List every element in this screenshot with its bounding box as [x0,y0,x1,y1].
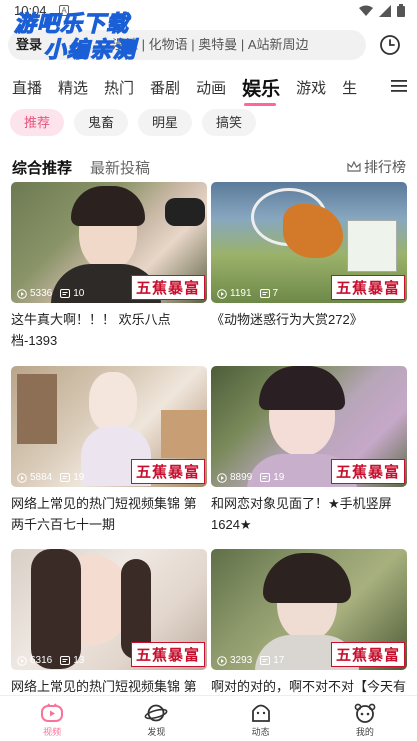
video-thumbnail[interactable]: 6316 13 五蕉暴富 [11,549,207,670]
comment-icon [260,656,271,665]
bottom-tab-discover[interactable]: 发现 [104,696,208,741]
video-thumbnail[interactable]: 3293 17 五蕉暴富 [211,549,407,670]
history-clock-icon[interactable] [378,33,402,57]
bottom-tab-label: 我的 [355,727,374,737]
panda-face-icon [354,703,376,723]
tab-bangumi[interactable]: 番剧 [138,77,180,98]
video-thumbnail[interactable]: 8899 19 五蕉暴富 [211,366,407,487]
video-title-line1: 和网恋对象见面了！★手机竖屏 [211,496,392,511]
bottom-tab-label: 动态 [251,727,270,737]
tab-animation[interactable]: 动画 [184,77,226,98]
video-title[interactable]: 啊对的对的，啊不对不对【今天有 [211,676,407,697]
video-thumbnail[interactable]: 5336 10 五蕉暴富 [11,182,207,303]
crown-icon [347,161,361,172]
play-count-icon [17,655,27,666]
watermark-logo: 游吧乐下载 小编亲测 [0,6,170,66]
channel-tabs: 直播 精选 热门 番剧 动画 娱乐 游戏 生 [0,68,385,106]
comment-count: 19 [73,472,85,483]
ranking-label: 排行榜 [364,159,406,175]
comment-count: 19 [273,472,285,483]
comment-count: 13 [73,655,85,666]
comment-count: 17 [273,655,285,666]
bottom-tab-mine[interactable]: 我的 [313,696,417,741]
play-count-icon [217,288,227,299]
video-tv-icon [41,703,64,722]
video-title-line2: 档-1393 [11,333,58,348]
tab-live[interactable]: 直播 [0,77,42,98]
tab-entertainment[interactable]: 娱乐 [230,74,280,106]
view-count: 5884 [30,472,53,483]
video-title[interactable]: 这牛真大啊！！！ 欢乐八点 档-1393 [11,309,207,351]
battery-icon [397,4,405,17]
video-title-line2: 两千六百七十一期 [11,517,116,532]
view-count: 6316 [30,655,53,666]
play-count-icon [17,472,27,483]
brand-watermark: 五蕉暴富 [130,459,205,484]
comment-icon [60,656,71,665]
comment-icon [60,289,71,298]
ghost-face-icon [251,704,270,722]
bottom-tab-bar: 视频 发现 动态 我的 [0,695,417,741]
bottom-tab-video[interactable]: 视频 [0,696,104,741]
tab-hot[interactable]: 热门 [92,77,134,98]
view-count: 3293 [230,655,253,666]
video-stats: 5884 19 [17,472,84,483]
status-icons [359,4,405,17]
tab-latest-uploads[interactable]: 最新投稿 [90,157,150,178]
view-count: 1191 [230,288,252,299]
play-count-icon [217,472,227,483]
video-title-line1: 《动物迷惑行为大赏272》 [211,312,363,327]
video-stats: 3293 17 [217,655,284,666]
comment-count: 10 [73,288,85,299]
ranking-link[interactable]: 排行榜 [347,157,406,177]
tab-featured[interactable]: 精选 [46,77,88,98]
tab-overall-recommend[interactable]: 综合推荐 [12,157,72,178]
tab-games[interactable]: 游戏 [284,77,326,98]
wifi-icon [359,5,373,16]
brand-watermark: 五蕉暴富 [330,642,405,667]
bottom-tab-label: 发现 [147,727,166,737]
comment-icon [260,473,271,482]
video-stats: 8899 19 [217,472,284,483]
brand-watermark: 五蕉暴富 [330,275,405,300]
bottom-tab-label: 视频 [43,727,62,737]
bottom-tab-dynamics[interactable]: 动态 [209,696,313,741]
video-thumbnail[interactable]: 5884 19 五蕉暴富 [11,366,207,487]
brand-watermark: 五蕉暴富 [130,642,205,667]
video-stats: 6316 13 [17,655,84,666]
comment-count: 7 [272,288,279,299]
video-stats: 1191 7 [217,288,278,299]
play-count-icon [217,655,227,666]
chip-funny[interactable]: 搞笑 [202,109,257,136]
video-title-line2: 1624★ [211,517,252,532]
video-title[interactable]: 和网恋对象见面了！★手机竖屏 1624★ [211,493,407,535]
brand-watermark: 五蕉暴富 [130,275,205,300]
tab-more-partial[interactable]: 生 [330,77,357,98]
sub-category-chips: 推荐 鬼畜 明星 搞笑 [10,109,257,136]
watermark-line2: 小编亲测 [43,37,137,63]
play-count-icon [17,288,27,299]
brand-watermark: 五蕉暴富 [330,459,405,484]
comment-icon [60,473,71,482]
menu-icon[interactable] [390,77,408,95]
signal-icon [379,4,391,17]
video-stats: 5336 10 [17,288,84,299]
video-title[interactable]: 网络上常见的热门短视频集锦 第 两千六百七十一期 [11,493,207,535]
chip-stars[interactable]: 明星 [138,109,193,136]
chip-recommend[interactable]: 推荐 [10,109,65,136]
video-title-line1: 啊对的对的，啊不对不对【今天有 [211,679,407,694]
planet-icon [144,704,168,722]
video-title-line1: 网络上常见的热门短视频集锦 第 [11,679,197,694]
video-thumbnail[interactable]: 1191 7 五蕉暴富 [211,182,407,303]
view-count: 8899 [230,472,253,483]
view-count: 5336 [30,288,53,299]
chip-kichiku[interactable]: 鬼畜 [74,109,129,136]
video-title[interactable]: 《动物迷惑行为大赏272》 [211,309,407,330]
video-title-line1: 网络上常见的热门短视频集锦 第 [11,496,197,511]
feed-section-header: 综合推荐 最新投稿 排行榜 [0,152,417,180]
video-title-line1: 这牛真大啊！！！ 欢乐八点 [11,312,171,327]
comment-icon [259,289,270,298]
video-title[interactable]: 网络上常见的热门短视频集锦 第 [11,676,207,697]
